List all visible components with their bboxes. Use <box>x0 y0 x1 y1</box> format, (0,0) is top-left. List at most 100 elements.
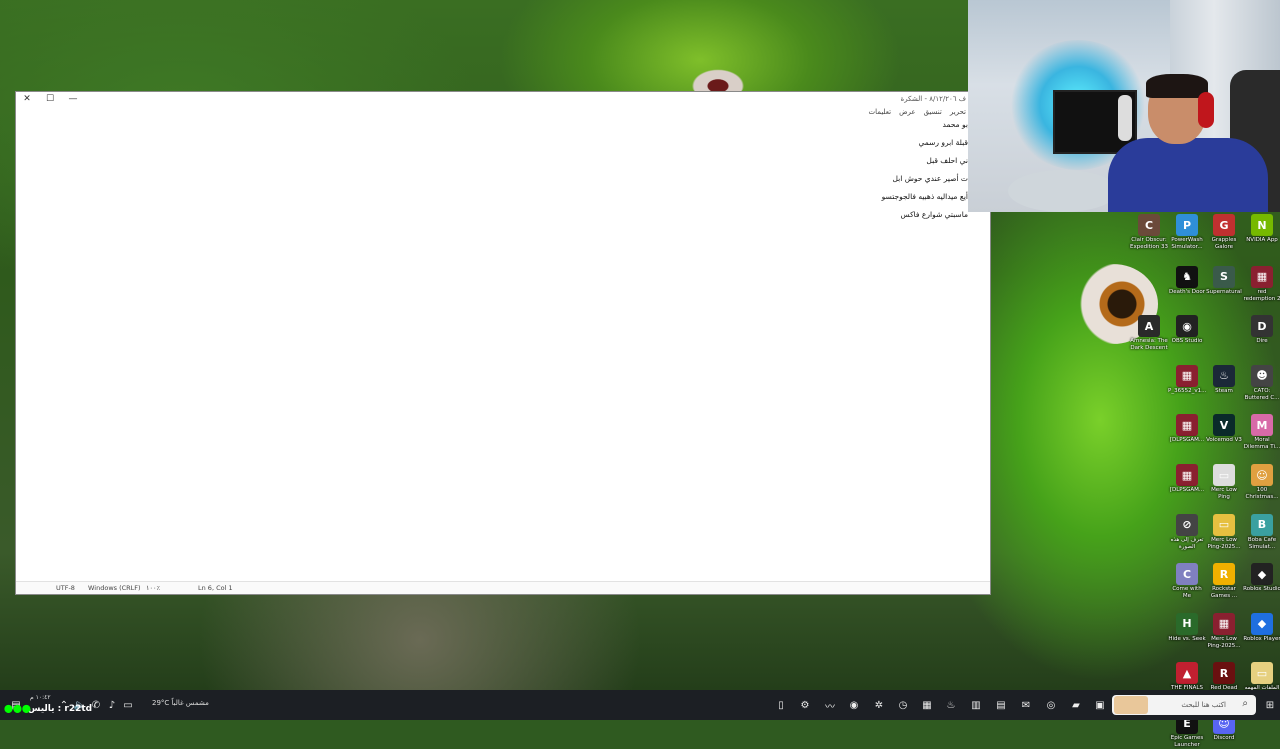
voicemod-icon[interactable]: 〰 <box>822 697 838 713</box>
desktop-icon[interactable]: ⊘ تعرف إلى هذه الصورة <box>1168 513 1206 551</box>
outlook-icon[interactable]: ▤ <box>993 697 1009 713</box>
desktop-icon[interactable]: P PowerWash Simulator... <box>1168 214 1206 251</box>
app-icon: H <box>1176 612 1198 635</box>
text-line: قبلة ابرو رسمي <box>918 138 968 147</box>
app-icon: ▭ <box>1213 464 1235 486</box>
desktop-icon[interactable]: A Amnesia: The Dark Descent <box>1130 315 1168 352</box>
desktop-icon[interactable]: ☻ CATO: Buttered C... <box>1243 364 1280 402</box>
battery-icon[interactable]: ▭ <box>120 697 136 713</box>
app-icon: ▭ <box>1251 662 1273 685</box>
app-icon: C <box>1138 214 1160 236</box>
desktop-icon[interactable]: V Voicemod V3 <box>1205 414 1243 444</box>
desktop-icon[interactable]: C Come with Me <box>1168 563 1206 600</box>
taskbar: ⊞ اكتب هنا للبحث ⌕ ▣ ▰ ◎ ✉ ▤ ▥ ♨ ▦ ◷ ✲ ◉… <box>0 690 1280 720</box>
title-bar[interactable]: ✕ ☐ — ف ٨/١٢/٢٠٦ - الشكرة <box>16 92 990 108</box>
desktop-icon[interactable]: ◉ OBS Studio <box>1168 315 1206 345</box>
app-icon: A <box>1138 315 1160 338</box>
desktop-icon[interactable]: ▭ Merc Low Ping-2025... <box>1205 513 1243 551</box>
desktop-icon-label: Steam <box>1215 387 1233 394</box>
desktop-icon[interactable]: ▭ الملفات المهمه <box>1243 662 1280 692</box>
desktop-icon[interactable]: M Moral Dilemma Ti... <box>1243 414 1280 451</box>
menu-edit[interactable]: تحرير <box>950 108 966 120</box>
desktop-icon-label: Merc Low Ping-2025... <box>1207 635 1241 649</box>
desktop-icon[interactable]: ▦ Merc Low Ping-2025... <box>1205 612 1243 650</box>
desktop-icon-label: Grapples Galore <box>1211 237 1237 250</box>
desktop-icon[interactable]: ▦ [DLPSGAM... <box>1168 464 1206 494</box>
desktop-icon[interactable]: H Hide vs. Seek <box>1168 612 1206 643</box>
notepad-window[interactable]: ✕ ☐ — ف ٨/١٢/٢٠٦ - الشكرة تحرير تنسيق عر… <box>15 91 991 595</box>
desktop-icon-label: P_36552_v1... <box>1168 387 1207 394</box>
desktop-icon[interactable]: D Dire <box>1243 315 1280 345</box>
desktop-icon[interactable]: ▦ [DLPSGAM... <box>1168 414 1206 444</box>
desktop-icon-label: Merc Low Ping-2025... <box>1207 536 1241 550</box>
app-icon: ◉ <box>1176 315 1198 338</box>
menu-view[interactable]: عرض <box>899 108 916 120</box>
menu-bar: تحرير تنسيق عرض تعليمات <box>869 108 966 120</box>
search-highlight-image <box>1114 696 1148 714</box>
app-icon: ◆ <box>1251 563 1273 586</box>
zoom-status: ١٠٠٪ <box>146 584 160 592</box>
app-icon: B <box>1251 513 1273 536</box>
desktop-icon[interactable]: R Rockstar Games ... <box>1205 563 1243 600</box>
search-box[interactable]: اكتب هنا للبحث ⌕ <box>1112 695 1256 715</box>
mic-icon[interactable]: ♪ <box>104 697 120 713</box>
obs-icon[interactable]: ◉ <box>846 697 862 713</box>
app-icon: M <box>1251 414 1273 437</box>
stream-overlay-name: r22td : ياليس <box>28 704 93 714</box>
desktop-icon[interactable]: B Boba Cafe Simulat... <box>1243 513 1280 551</box>
desktop-icon[interactable]: ◆ Roblox Player <box>1243 612 1280 643</box>
app-icon: ⊘ <box>1176 513 1198 536</box>
taskbar-clock[interactable]: ١٠:٤٢ م <box>30 694 51 701</box>
desktop-icon[interactable]: ▭ Merc Low Ping <box>1205 464 1243 501</box>
desktop-icon[interactable]: S Supernatural <box>1205 265 1243 296</box>
desktop-icon[interactable]: ♨ Steam <box>1205 364 1243 395</box>
task-view-icon[interactable]: ▣ <box>1092 697 1108 713</box>
app-icon: ▭ <box>1213 513 1235 536</box>
app-icon: ◆ <box>1251 612 1273 635</box>
desktop-icon[interactable]: ▲ THE FINALS <box>1168 662 1206 692</box>
desktop-icon[interactable]: ◆ Roblox Studio <box>1243 563 1280 593</box>
text-line: ت أصير عندي حوش ابل <box>892 174 968 183</box>
app-icon: ▦ <box>1176 464 1198 486</box>
app-icon[interactable]: ▦ <box>919 697 935 713</box>
steam-icon[interactable]: ♨ <box>943 697 959 713</box>
desktop-icon[interactable]: G Grapples Galore <box>1205 214 1243 251</box>
desktop-icon[interactable]: ▦ red redemption 2 <box>1243 265 1280 303</box>
app-icon[interactable]: ▥ <box>968 697 984 713</box>
desktop-icon-label: Hide vs. Seek <box>1168 635 1206 642</box>
start-button[interactable]: ⊞ <box>1262 697 1278 713</box>
desktop-icon-label: Discord <box>1213 735 1235 741</box>
shirt <box>1108 138 1268 212</box>
menu-format[interactable]: تنسيق <box>924 108 942 120</box>
desktop-icon-label: Death's Door <box>1169 288 1205 295</box>
chrome-icon[interactable]: ◎ <box>1043 697 1059 713</box>
gear-icon[interactable]: ✲ <box>871 697 887 713</box>
settings-icon[interactable]: ⚙ <box>797 697 813 713</box>
desktop-icon[interactable]: N NVIDIA App <box>1243 214 1280 244</box>
menu-help[interactable]: تعليمات <box>869 108 892 120</box>
text-editor[interactable]: بو محمد قبلة ابرو رسمي ني احلف قبل ت أصي… <box>22 120 968 576</box>
desktop-icon[interactable]: ▦ P_36552_v1... <box>1168 364 1207 395</box>
app-icon: N <box>1251 214 1273 236</box>
desktop-icon-label: NVIDIA App <box>1246 237 1278 243</box>
desktop-icon[interactable]: ☺ 100 Christmas... <box>1243 464 1280 501</box>
status-bar: UTF-8 Windows (CRLF) ١٠٠٪ Ln 6, Col 1 <box>16 581 990 594</box>
mail-icon[interactable]: ✉ <box>1018 697 1034 713</box>
app-icon: V <box>1213 414 1235 437</box>
minimize-button[interactable]: — <box>66 94 80 104</box>
app-icon: G <box>1213 214 1235 236</box>
stream-overlay-icons: ⬤⬤⬤ <box>4 704 31 713</box>
desktop-icon[interactable]: ♞ Death's Door <box>1168 265 1206 296</box>
maximize-button[interactable]: ☐ <box>43 94 57 104</box>
notepad-taskbar-icon[interactable]: ▯ <box>773 697 789 713</box>
close-button[interactable]: ✕ <box>20 94 34 104</box>
weather-widget[interactable]: 29°C مشمس غالباً <box>152 699 209 707</box>
search-icon: ⌕ <box>1242 698 1248 709</box>
desktop-icon[interactable]: C Clair Obscur: Expedition 33 <box>1130 214 1168 251</box>
file-explorer-icon[interactable]: ▰ <box>1068 697 1084 713</box>
desktop-icon-label: Boba Cafe Simulat... <box>1247 536 1277 550</box>
clock-app-icon[interactable]: ◷ <box>895 697 911 713</box>
horizontal-scrollbar[interactable] <box>20 577 986 580</box>
app-icon: ♨ <box>1213 364 1235 387</box>
desktop-icon-label: Amnesia: The Dark Descent <box>1130 338 1168 352</box>
